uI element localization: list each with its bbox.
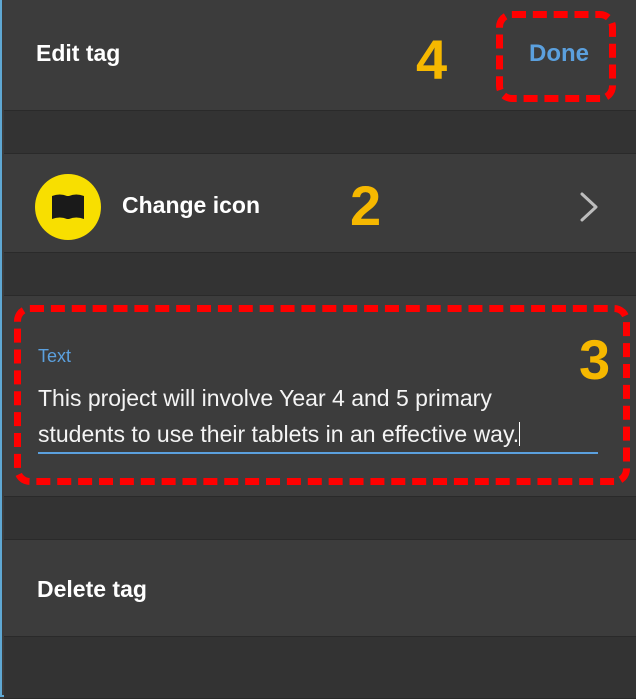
section-divider	[4, 496, 636, 540]
edit-tag-panel: Edit tag Done Change icon Text This proj…	[0, 0, 636, 699]
delete-tag-button[interactable]: Delete tag	[37, 576, 147, 603]
tag-icon-badge[interactable]	[35, 174, 101, 240]
step-badge-4: 4	[416, 28, 448, 91]
page-title: Edit tag	[36, 40, 121, 66]
change-icon-label: Change icon	[122, 192, 261, 218]
chevron-right-icon[interactable]	[572, 188, 606, 226]
step-badge-2: 2	[350, 174, 382, 237]
step-badge-3: 3	[579, 328, 611, 391]
section-divider	[4, 252, 636, 296]
book-icon	[52, 194, 84, 219]
section-divider	[4, 636, 636, 699]
section-divider	[4, 110, 636, 154]
text-field-highlight	[14, 305, 630, 485]
done-highlight	[496, 11, 616, 102]
